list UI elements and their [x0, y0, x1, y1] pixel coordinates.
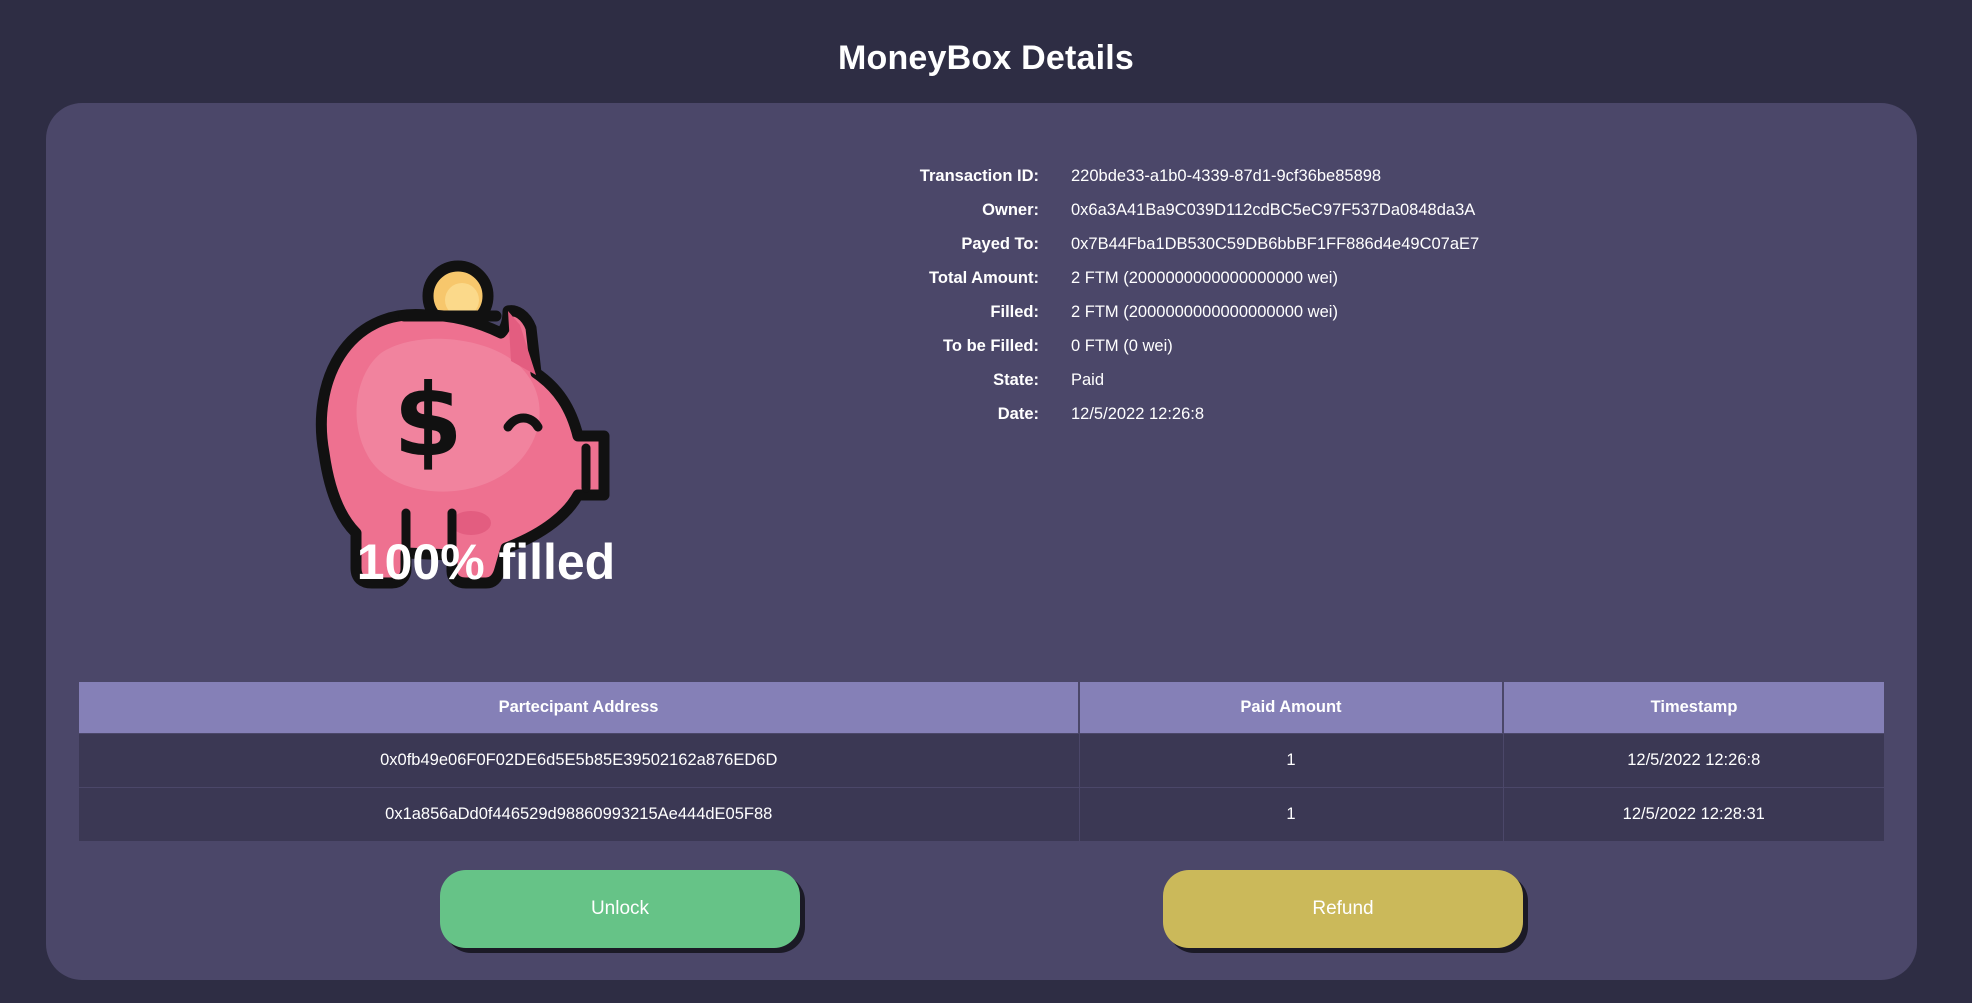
- detail-label: Payed To:: [961, 235, 1039, 253]
- detail-row-total-amount: Total Amount: 2 FTM (2000000000000000000…: [746, 261, 1479, 295]
- detail-row-filled: Filled: 2 FTM (2000000000000000000 wei): [746, 295, 1479, 329]
- column-header-timestamp: Timestamp: [1503, 682, 1884, 734]
- detail-label: State:: [993, 371, 1039, 389]
- detail-label: Total Amount:: [929, 269, 1039, 287]
- paid-amount-cell: 1: [1079, 787, 1504, 841]
- unlock-button[interactable]: Unlock: [440, 870, 800, 948]
- detail-row-payed-to: Payed To: 0x7B44Fba1DB530C59DB6bbBF1FF88…: [746, 227, 1479, 261]
- timestamp-cell: 12/5/2022 12:26:8: [1503, 733, 1884, 788]
- fill-percent: 100% filled: [356, 534, 616, 590]
- column-header-address: Partecipant Address: [79, 682, 1080, 734]
- detail-value: 220bde33-a1b0-4339-87d1-9cf36be85898: [1071, 167, 1382, 185]
- detail-value: Paid: [1071, 371, 1105, 389]
- detail-row-transaction-id: Transaction ID: 220bde33-a1b0-4339-87d1-…: [746, 159, 1479, 193]
- detail-row-to-be-filled: To be Filled: 0 FTM (0 wei): [746, 329, 1479, 363]
- participant-address-cell: 0x1a856aDd0f446529d98860993215Ae444dE05F…: [79, 787, 1080, 841]
- detail-value: 2 FTM (2000000000000000000 wei): [1071, 303, 1338, 321]
- detail-label: Transaction ID:: [919, 167, 1039, 185]
- participants-table: Partecipant Address Paid Amount Timestam…: [79, 682, 1884, 841]
- detail-row-state: State: Paid: [746, 363, 1479, 397]
- page-title: MoneyBox Details: [837, 38, 1135, 77]
- detail-value: 12/5/2022 12:26:8: [1071, 405, 1205, 423]
- detail-row-owner: Owner: 0x6a3A41Ba9C039D112cdBC5eC97F537D…: [746, 193, 1479, 227]
- table-row: 0x1a856aDd0f446529d98860993215Ae444dE05F…: [79, 787, 1884, 841]
- participant-address-cell: 0x0fb49e06F0F02DE6d5E5b85E39502162a876ED…: [79, 733, 1080, 788]
- refund-button[interactable]: Refund: [1163, 870, 1523, 948]
- detail-label: To be Filled:: [943, 337, 1039, 355]
- table-row: 0x0fb49e06F0F02DE6d5E5b85E39502162a876ED…: [79, 733, 1884, 788]
- detail-row-date: Date: 12/5/2022 12:26:8: [746, 397, 1479, 431]
- detail-label: Owner:: [982, 201, 1039, 219]
- transaction-details: Transaction ID: 220bde33-a1b0-4339-87d1-…: [746, 159, 1479, 431]
- paid-amount-cell: 1: [1079, 733, 1504, 788]
- timestamp-cell: 12/5/2022 12:28:31: [1503, 787, 1884, 841]
- detail-value: 0 FTM (0 wei): [1071, 337, 1173, 355]
- detail-label: Filled:: [990, 303, 1039, 321]
- detail-label: Date:: [997, 405, 1039, 423]
- table-header-row: Partecipant Address Paid Amount Timestam…: [79, 682, 1884, 734]
- column-header-paid-amount: Paid Amount: [1079, 682, 1504, 734]
- svg-text:$: $: [393, 362, 463, 479]
- detail-value: 0x7B44Fba1DB530C59DB6bbBF1FF886d4e49C07a…: [1071, 235, 1480, 253]
- detail-value: 0x6a3A41Ba9C039D112cdBC5eC97F537Da0848da…: [1071, 201, 1476, 219]
- detail-value: 2 FTM (2000000000000000000 wei): [1071, 269, 1338, 287]
- moneybox-card: $ 100% filled Transaction ID: 220bde33-a…: [46, 103, 1917, 980]
